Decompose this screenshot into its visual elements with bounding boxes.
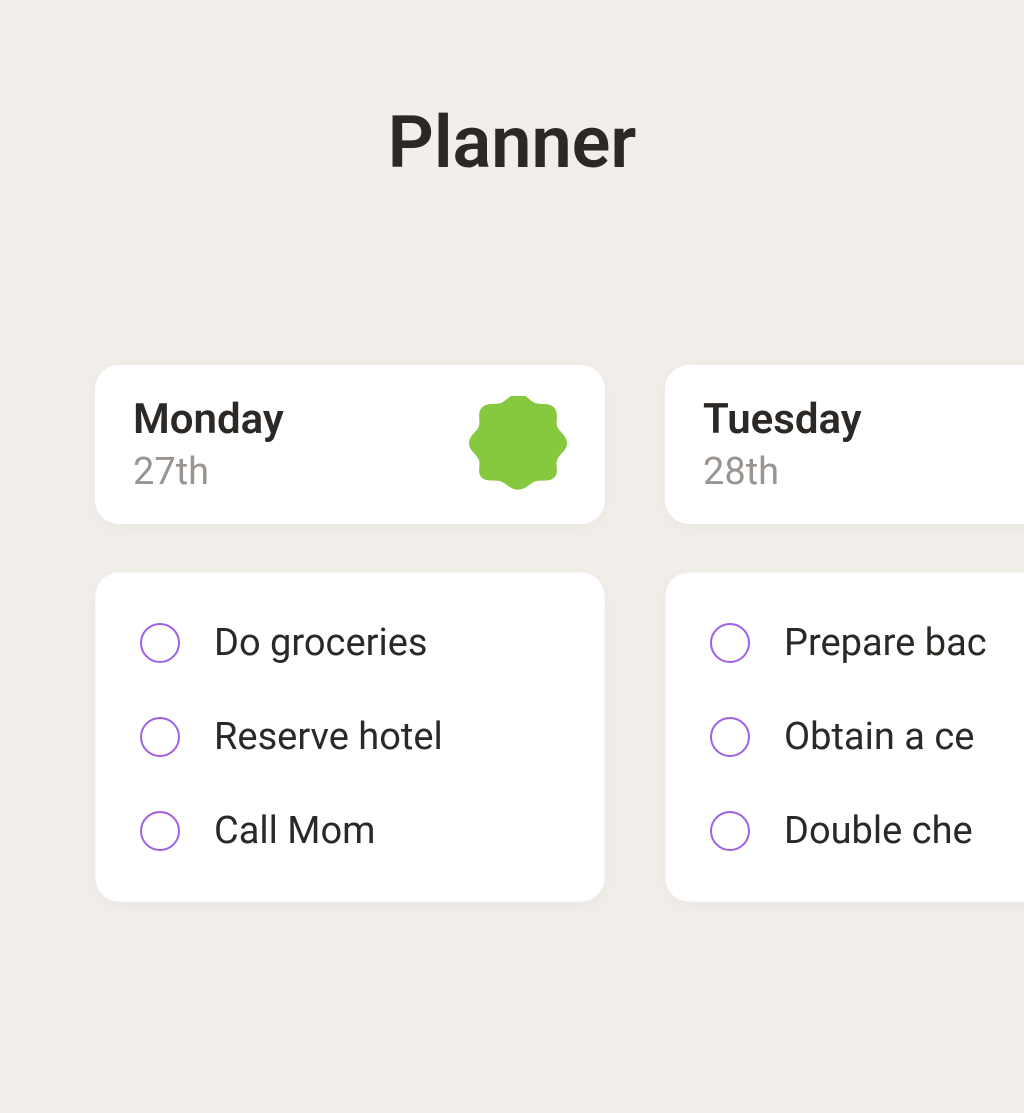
day-header-text: Monday 27th — [133, 395, 284, 494]
task-label: Call Mom — [214, 809, 375, 853]
task-label: Double che — [784, 809, 973, 853]
day-date: 27th — [133, 450, 284, 494]
day-date: 28th — [703, 450, 862, 494]
task-item[interactable]: Prepare bac — [710, 621, 1024, 665]
task-checkbox[interactable] — [710, 717, 750, 757]
days-row: Monday 27th Do groceries Reserve hotel — [0, 365, 1024, 902]
day-header-tuesday[interactable]: Tuesday 28th — [665, 365, 1024, 524]
day-name: Tuesday — [703, 395, 862, 444]
task-item[interactable]: Double che — [710, 809, 1024, 853]
task-item[interactable]: Reserve hotel — [140, 715, 560, 759]
task-label: Do groceries — [214, 621, 427, 665]
day-column-monday: Monday 27th Do groceries Reserve hotel — [95, 365, 605, 902]
day-column-tuesday: Tuesday 28th Prepare bac Obtain a ce Dou… — [665, 365, 1024, 902]
task-checkbox[interactable] — [140, 717, 180, 757]
task-label: Reserve hotel — [214, 715, 443, 759]
task-label: Obtain a ce — [784, 715, 974, 759]
seal-badge-icon — [469, 396, 567, 494]
task-item[interactable]: Do groceries — [140, 621, 560, 665]
day-header-monday[interactable]: Monday 27th — [95, 365, 605, 524]
page-title: Planner — [0, 100, 1024, 185]
task-item[interactable]: Obtain a ce — [710, 715, 1024, 759]
task-checkbox[interactable] — [140, 811, 180, 851]
tasks-card-tuesday: Prepare bac Obtain a ce Double che — [665, 572, 1024, 902]
task-checkbox[interactable] — [710, 623, 750, 663]
task-checkbox[interactable] — [710, 811, 750, 851]
task-item[interactable]: Call Mom — [140, 809, 560, 853]
task-label: Prepare bac — [784, 621, 987, 665]
tasks-card-monday: Do groceries Reserve hotel Call Mom — [95, 572, 605, 902]
task-checkbox[interactable] — [140, 623, 180, 663]
day-header-text: Tuesday 28th — [703, 395, 862, 494]
day-name: Monday — [133, 395, 284, 444]
